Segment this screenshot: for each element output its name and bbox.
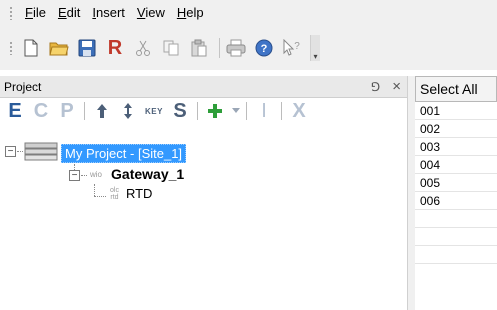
project-toolbar: E C P KEY S I X <box>0 98 407 124</box>
tree-connector <box>81 175 87 176</box>
menu-file-label: ile <box>32 5 46 20</box>
rtd-type-tag: olc rtd <box>110 187 119 201</box>
grid-row-header[interactable]: 004 <box>415 156 497 174</box>
c-button[interactable]: C <box>32 100 50 122</box>
add-dropdown-icon[interactable] <box>232 100 240 122</box>
menu-edit[interactable]: Edit <box>52 0 86 26</box>
grid-row-header[interactable]: 002 <box>415 120 497 138</box>
menu-view[interactable]: View <box>131 0 171 26</box>
grid-row-header[interactable]: 001 <box>415 102 497 120</box>
p-button-label: P <box>60 99 74 122</box>
grid-row-header[interactable]: 005 <box>415 174 497 192</box>
toolbar-overflow-icon[interactable]: ▾ <box>310 35 320 61</box>
c-button-label: C <box>33 99 49 122</box>
i-button-label: I <box>261 99 267 122</box>
rtd-tag-top: olc <box>110 186 119 194</box>
tree-node-gateway-label: Gateway_1 <box>111 166 185 182</box>
menu-grip[interactable] <box>9 6 13 20</box>
gateway-expander-icon[interactable]: − <box>69 170 80 181</box>
close-icon[interactable]: × <box>392 79 401 94</box>
pin-icon[interactable]: ⅁ <box>371 81 380 93</box>
tree-node-rtd-label: RTD <box>125 186 153 201</box>
print-icon[interactable] <box>224 36 248 60</box>
project-toolbar-separator-4 <box>281 102 282 120</box>
tree-connector <box>94 184 95 196</box>
grid-row-header[interactable]: 006 <box>415 192 497 210</box>
menu-bar: File Edit Insert View Help <box>0 0 497 26</box>
menu-help-label: elp <box>186 5 204 20</box>
p-button[interactable]: P <box>58 100 76 122</box>
project-tree: − My Project - [Site_1] − wio Gateway_1 <box>0 124 407 304</box>
toolbar-separator <box>219 38 220 58</box>
main-toolbar: R ? ? ▾ <box>0 26 497 70</box>
e-button-label: E <box>8 99 22 122</box>
grid-row-header[interactable]: 003 <box>415 138 497 156</box>
project-toolbar-separator-3 <box>246 102 247 120</box>
x-button-label: X <box>292 99 306 122</box>
svg-text:?: ? <box>294 41 300 52</box>
gateway-type-tag: wio <box>90 169 103 179</box>
context-help-icon[interactable]: ? <box>280 36 304 60</box>
move-up-down-icon[interactable] <box>119 100 137 122</box>
report-letter: R <box>107 36 123 59</box>
tree-node-rtd[interactable]: olc rtd RTD <box>110 186 155 201</box>
menu-insert-label: nsert <box>96 5 125 20</box>
paste-icon[interactable] <box>187 36 211 60</box>
select-all-button[interactable]: Select All <box>415 76 497 102</box>
grid-row-empty <box>415 246 497 264</box>
s-button[interactable]: S <box>171 100 189 122</box>
data-grid: Select All 001 002 003 004 005 006 <box>415 76 497 310</box>
menu-file-mnemonic: F <box>25 5 33 20</box>
save-icon[interactable] <box>75 36 99 60</box>
new-file-icon[interactable] <box>19 36 43 60</box>
project-panel: Project ⅁ × E C P KEY S I X − My Project… <box>0 76 408 310</box>
panel-splitter[interactable] <box>408 76 415 310</box>
tree-node-gateway[interactable]: wio Gateway_1 <box>90 166 187 182</box>
menu-help[interactable]: Help <box>171 0 210 26</box>
copy-icon[interactable] <box>159 36 183 60</box>
menu-edit-mnemonic: E <box>57 5 67 20</box>
s-button-label: S <box>173 99 187 122</box>
x-button[interactable]: X <box>290 100 308 122</box>
toolbar-grip[interactable] <box>9 41 13 55</box>
svg-text:?: ? <box>261 43 268 55</box>
grid-row-empty <box>415 228 497 246</box>
project-panel-header: Project ⅁ × <box>0 76 407 98</box>
help-icon[interactable]: ? <box>252 36 276 60</box>
project-icon <box>24 142 58 165</box>
i-button[interactable]: I <box>255 100 273 122</box>
project-toolbar-separator <box>84 102 85 120</box>
cut-icon[interactable] <box>131 36 155 60</box>
menu-help-mnemonic: H <box>176 5 187 20</box>
open-folder-icon[interactable] <box>47 36 71 60</box>
tree-connector <box>17 151 23 152</box>
tree-node-root[interactable]: My Project - [Site_1] <box>24 142 187 165</box>
menu-edit-label: dit <box>66 5 81 20</box>
grid-row-empty <box>415 210 497 228</box>
tree-node-root-label: My Project - [Site_1] <box>61 144 187 163</box>
rtd-tag-bottom: rtd <box>110 193 119 201</box>
add-icon[interactable] <box>206 100 224 122</box>
key-button-label: KEY <box>145 106 163 116</box>
project-toolbar-separator-2 <box>197 102 198 120</box>
menu-insert[interactable]: Insert <box>86 0 131 26</box>
project-panel-title: Project <box>4 79 42 94</box>
key-button[interactable]: KEY <box>145 100 163 122</box>
tree-connector <box>94 196 106 197</box>
menu-view-label: iew <box>145 5 165 20</box>
arrow-up-icon[interactable] <box>93 100 111 122</box>
e-button[interactable]: E <box>6 100 24 122</box>
menu-file[interactable]: File <box>19 0 52 26</box>
report-icon[interactable]: R <box>103 36 127 60</box>
root-expander-icon[interactable]: − <box>5 146 16 157</box>
